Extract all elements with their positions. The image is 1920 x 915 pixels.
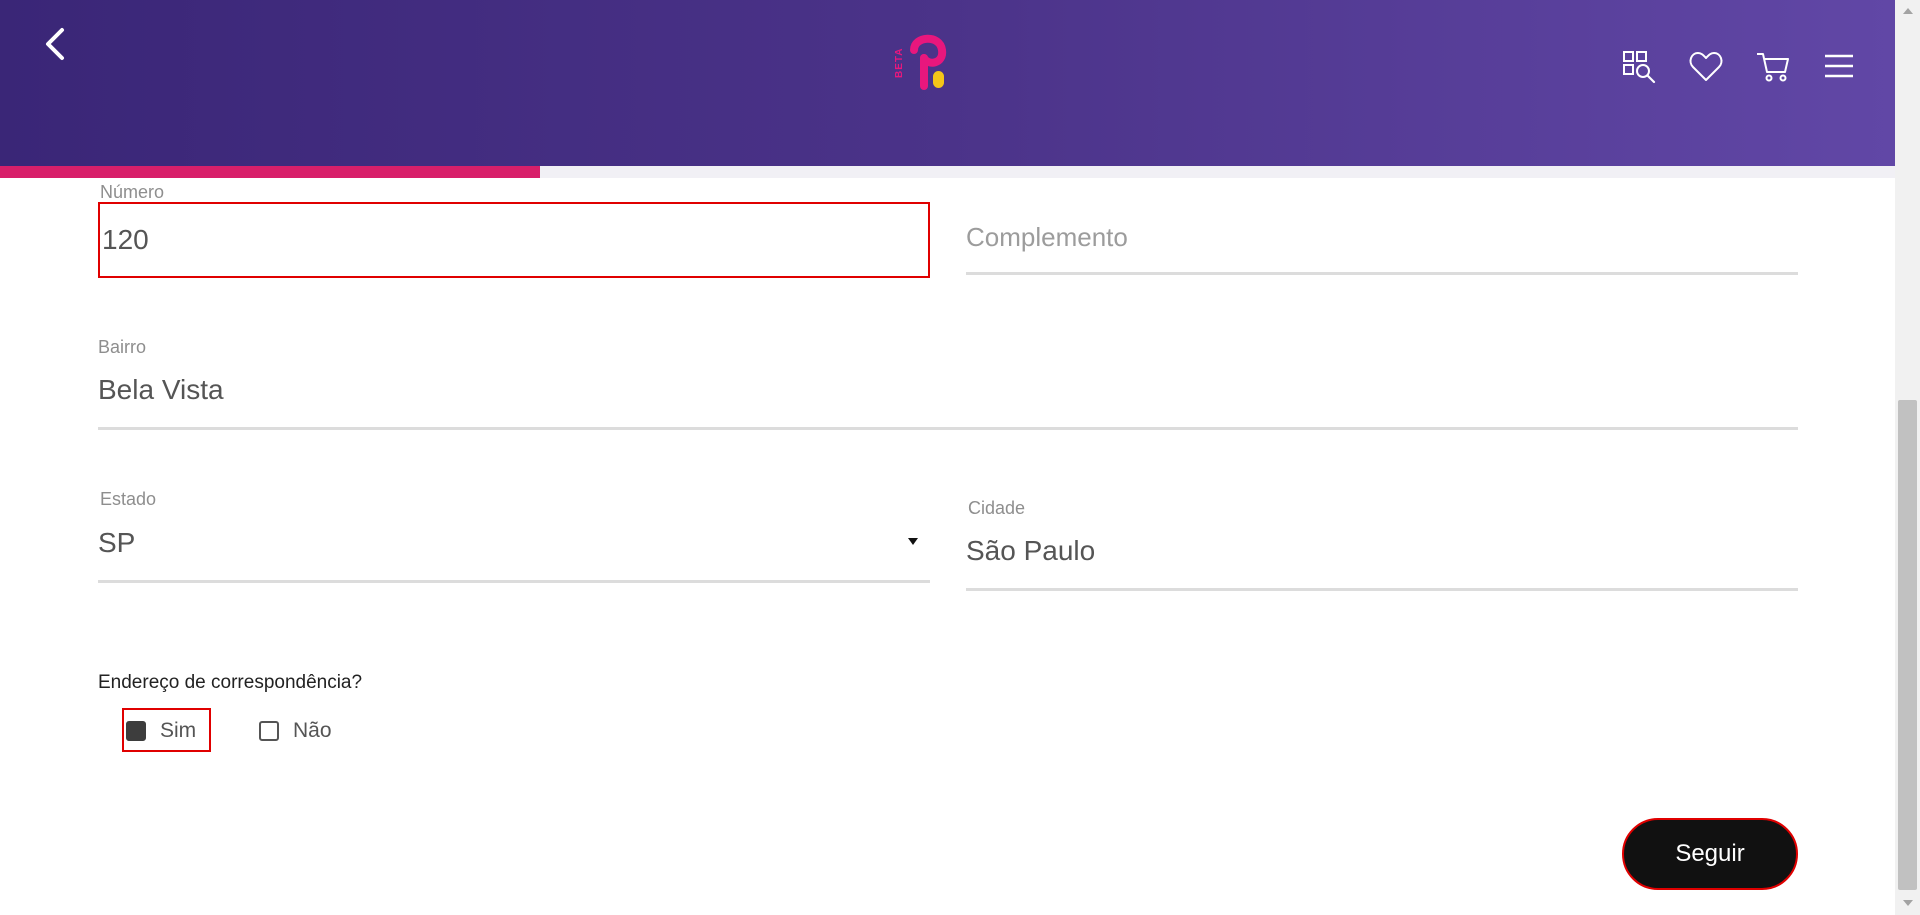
estado-select[interactable]: SP <box>98 527 135 559</box>
option-nao[interactable]: Não <box>259 717 332 745</box>
search-category-button[interactable] <box>1621 48 1659 86</box>
cidade-label: Cidade <box>968 498 1026 518</box>
numero-input[interactable]: 120 <box>98 202 930 278</box>
search-category-icon <box>1623 51 1656 84</box>
option-sim[interactable]: Sim <box>126 717 196 745</box>
correspondence-question: Endereço de correspondência? <box>98 672 363 693</box>
chevron-down-icon[interactable] <box>908 538 918 545</box>
scroll-up-icon[interactable] <box>1903 8 1913 14</box>
favorites-button[interactable] <box>1687 48 1725 86</box>
logo-icon: BETA <box>894 34 947 90</box>
heart-icon <box>1689 52 1723 81</box>
app-header: BETA <box>0 0 1895 166</box>
seguir-button[interactable]: Seguir <box>1622 818 1798 890</box>
menu-icon <box>1825 54 1853 78</box>
cidade-underline <box>966 588 1798 591</box>
numero-label: Número <box>100 182 165 202</box>
estado-underline <box>98 580 930 583</box>
complemento-input[interactable]: Complemento <box>966 222 1128 253</box>
progress-bar <box>0 166 541 178</box>
scrollbar-thumb[interactable] <box>1898 400 1917 890</box>
sim-label: Sim <box>160 719 197 742</box>
sim-checkbox[interactable] <box>126 721 146 741</box>
bairro-label: Bairro <box>98 337 147 357</box>
estado-label: Estado <box>100 489 157 509</box>
cart-button[interactable] <box>1754 48 1792 86</box>
numero-value: 120 <box>102 224 149 255</box>
cart-icon <box>1757 53 1789 82</box>
complemento-underline <box>966 272 1798 275</box>
back-button[interactable] <box>38 24 74 64</box>
nao-label: Não <box>293 719 332 742</box>
nao-checkbox[interactable] <box>259 721 279 741</box>
cidade-input[interactable]: São Paulo <box>966 535 1095 567</box>
bairro-underline <box>98 427 1798 430</box>
logo[interactable]: BETA <box>890 28 960 98</box>
back-icon <box>46 28 64 60</box>
bairro-input[interactable]: Bela Vista <box>98 374 224 406</box>
menu-button[interactable] <box>1820 48 1858 86</box>
logo-badge: BETA <box>894 48 905 78</box>
scroll-down-icon[interactable] <box>1903 900 1913 906</box>
